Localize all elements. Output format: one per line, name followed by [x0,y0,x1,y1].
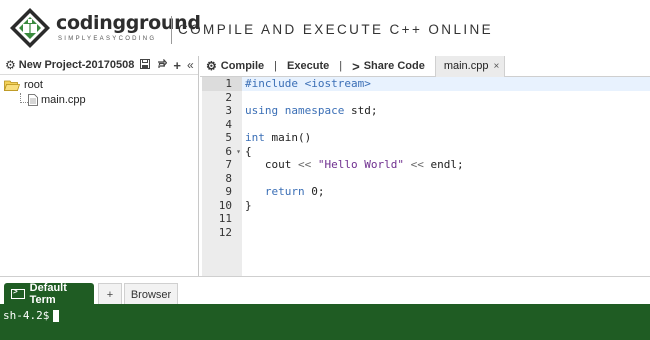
file-icon [28,94,38,106]
code-text[interactable]: #include <iostream> using namespace std; i… [242,77,650,276]
line-number: 3 [225,104,232,117]
folder-open-icon [4,80,20,91]
line-number: 8 [225,171,232,185]
compile-button[interactable]: ⚙ Compile [206,59,264,73]
code-line[interactable]: } [242,199,650,213]
line-number: 12 [218,225,232,239]
code-line[interactable]: return 0; [242,185,650,199]
add-terminal-button[interactable]: + [98,283,122,305]
execute-label: Execute [287,60,330,72]
code-line[interactable]: { [242,145,650,159]
toolbar-separator: | [339,60,343,72]
close-icon[interactable]: × [493,61,499,72]
terminal-cursor [53,309,60,322]
project-name[interactable]: New Project-20170508 [19,59,135,71]
bottom-tab-bar: Default Term + Browser [0,276,650,306]
code-line[interactable]: using namespace std; [242,104,650,118]
execute-button[interactable]: Execute [287,60,329,72]
compile-label: Compile [220,60,265,72]
line-number: 7 [225,158,232,171]
add-terminal-label: + [106,288,114,301]
line-number: 6 ▾ [225,144,241,159]
tree-file-main-cpp[interactable]: main.cpp [0,92,198,108]
gear-icon[interactable]: ⚙ [5,58,16,72]
header-divider [171,16,172,44]
project-toolbar: ⚙ New Project-20170508 + « [0,56,198,75]
gear-icon: ⚙ [206,59,217,73]
line-number: 5 [225,131,232,144]
file-tree: root main.cpp [0,75,198,108]
tab-main-cpp[interactable]: main.cpp × [434,55,506,77]
prompt-text: sh-4.2$ [3,309,50,322]
logo-tagline: SIMPLYEASYCODING [58,36,157,42]
terminal-prompt: sh-4.2$ [3,309,60,322]
code-line[interactable]: cout << "Hello World" << endl; [242,158,650,172]
tab-browser-label: Browser [130,288,172,301]
chevron-right-icon: > [352,58,360,74]
project-panel: ⚙ New Project-20170508 + « root main.cpp [0,56,199,276]
refresh-icon[interactable] [156,57,168,72]
code-line[interactable]: #include <iostream> [242,77,650,91]
line-number: 4 [225,117,232,131]
code-editor[interactable]: 1 2 3 4 5 6 ▾ 7 8 9 10 11 12 #include <io… [202,77,650,276]
tree-root-folder[interactable]: root [0,78,198,92]
site-header: codingground SIMPLYEASYCODING COMPILE AN… [0,0,650,58]
share-code-label: Share Code [363,60,425,72]
tab-default-term-label: Default Term [29,282,67,306]
codingground-logo-icon[interactable] [8,6,52,50]
editor-toolbar: ⚙ Compile | Execute | > Share Code main.… [200,55,650,77]
code-line[interactable] [242,226,650,240]
line-number: 2 [225,90,232,104]
save-icon[interactable] [140,58,151,72]
line-number: 10 [218,198,232,212]
code-line[interactable]: int main() [242,131,650,145]
code-line[interactable] [242,212,650,226]
terminal-icon [11,287,25,299]
tab-default-term[interactable]: Default Term [4,282,94,306]
line-number: 9 [225,185,232,198]
toolbar-separator: | [274,60,278,72]
tree-root-label: root [24,79,43,91]
tree-file-label: main.cpp [41,94,86,106]
line-number-gutter: 1 2 3 4 5 6 ▾ 7 8 9 10 11 12 [202,77,242,276]
line-number: 1 [202,77,242,91]
code-line[interactable] [242,118,650,132]
fold-arrow-icon[interactable]: ▾ [236,145,241,159]
add-icon[interactable]: + [173,58,181,73]
code-line[interactable] [242,172,650,186]
share-code-button[interactable]: > Share Code [352,59,425,74]
code-line[interactable] [242,91,650,105]
terminal-panel[interactable]: sh-4.2$ [0,304,650,340]
line-number: 11 [218,212,232,225]
file-tab-label: main.cpp [443,60,489,72]
collapse-icon[interactable]: « [187,58,194,72]
editor-area: ⚙ Compile | Execute | > Share Code main.… [200,55,650,276]
page-title: COMPILE AND EXECUTE C++ ONLINE [178,22,494,37]
tab-browser[interactable]: Browser [124,283,178,305]
